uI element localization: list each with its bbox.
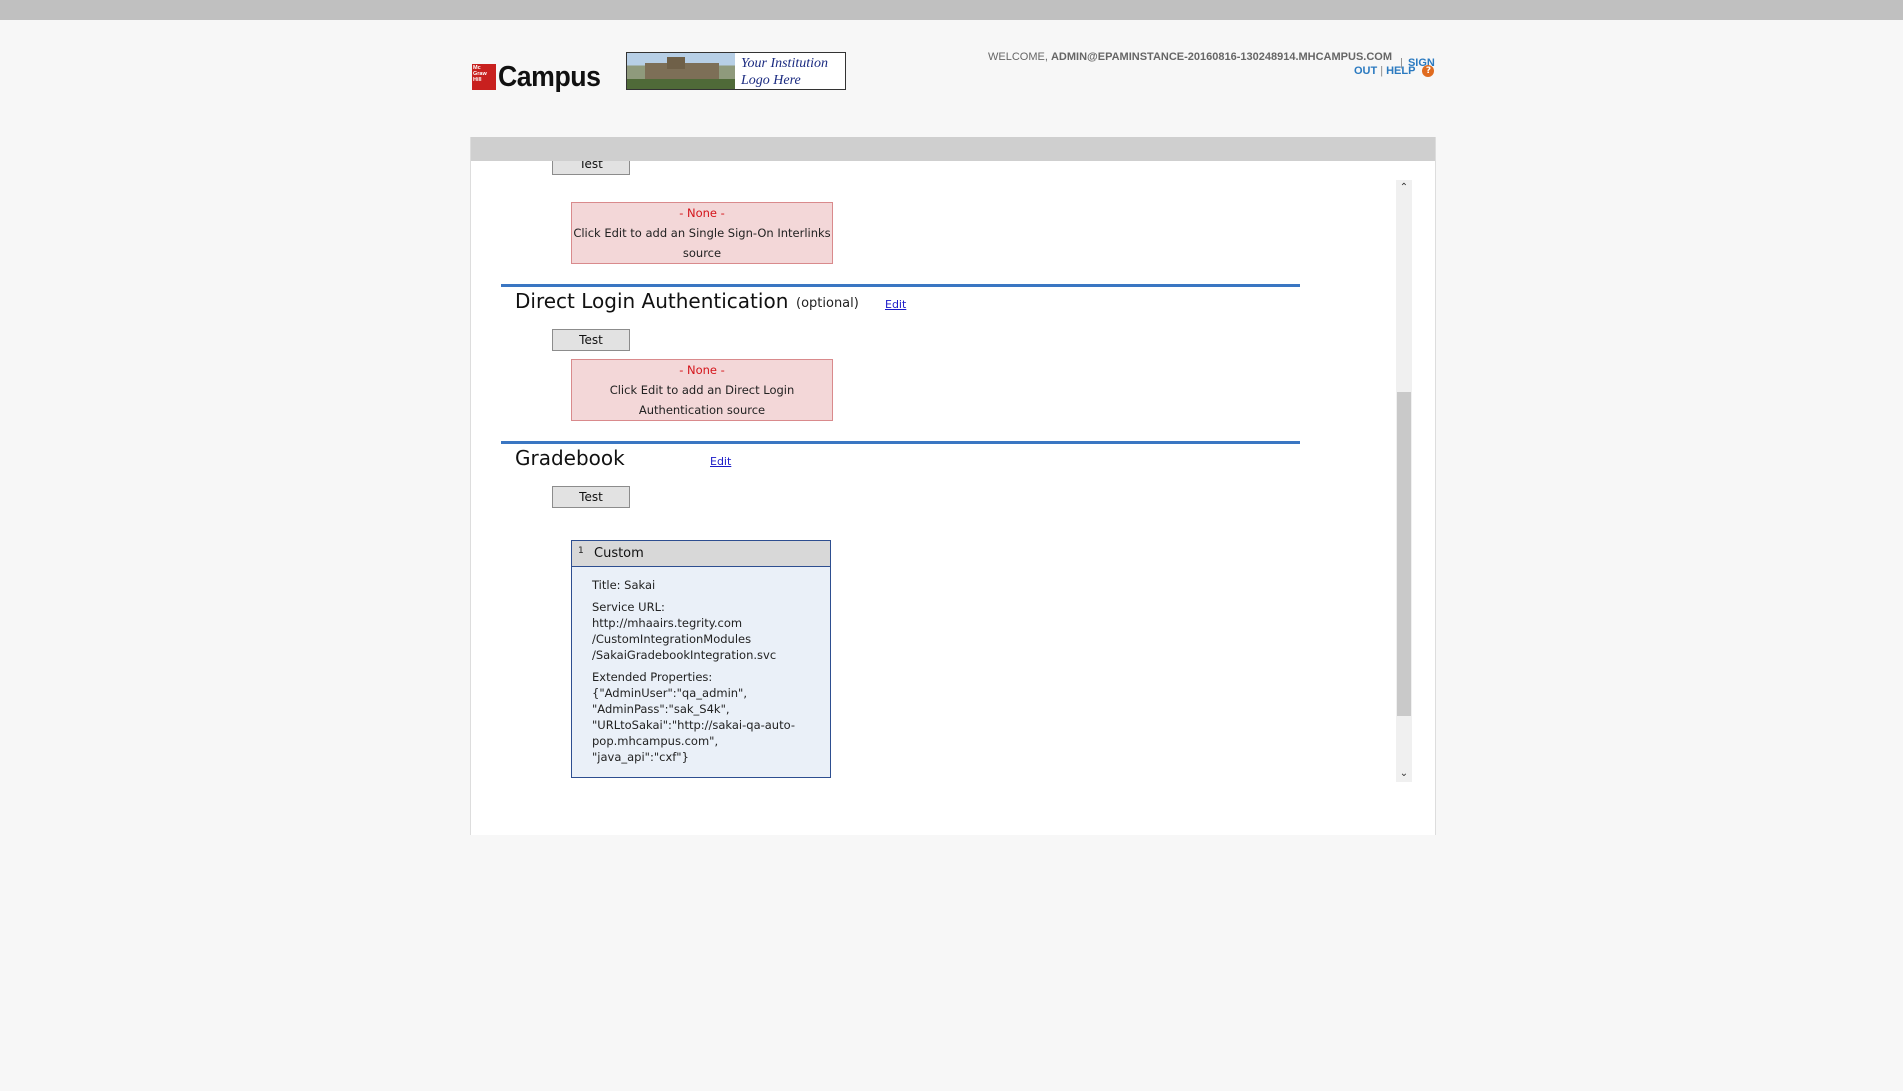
scroll-down-icon[interactable]: ⌄	[1396, 766, 1412, 782]
service-url-block: Service URL: http://mhaairs.tegrity.com …	[592, 599, 830, 663]
main-panel: Test - None - Click Edit to add an Singl…	[470, 137, 1436, 835]
welcome-message: WELCOME, ADMIN@EPAMINSTANCE-20160816-130…	[988, 51, 1392, 63]
help-link[interactable]: HELP	[1386, 65, 1415, 77]
gradebook-edit-link[interactable]: Edit	[710, 455, 731, 468]
custom-card-header: 1 Custom	[572, 541, 830, 567]
gradebook-title: Gradebook	[515, 446, 625, 470]
extended-line: {"AdminUser":"qa_admin",	[592, 686, 747, 700]
extended-line: "AdminPass":"sak_S4k",	[592, 702, 730, 716]
user-email: ADMIN@EPAMINSTANCE-20160816-130248914.MH…	[1050, 51, 1392, 63]
gradebook-test-button[interactable]: Test	[552, 486, 630, 508]
panel-header-bar	[471, 137, 1435, 161]
service-url-line: http://mhaairs.tegrity.com	[592, 616, 743, 630]
none-label: - None -	[679, 206, 725, 220]
optional-label: (optional)	[796, 296, 859, 311]
direct-login-title: Direct Login Authentication	[515, 289, 789, 313]
section-divider	[501, 441, 1300, 444]
content-scroll-area[interactable]: Test - None - Click Edit to add an Singl…	[471, 161, 1403, 797]
direct-login-edit-link[interactable]: Edit	[885, 298, 906, 311]
sso-empty-message: Click Edit to add an Single Sign-On Inte…	[573, 226, 831, 260]
sso-test-button[interactable]: Test	[552, 161, 630, 175]
extended-line: pop.mhcampus.com",	[592, 734, 719, 748]
scrollbar-thumb[interactable]	[1397, 392, 1411, 716]
direct-login-test-button[interactable]: Test	[552, 329, 630, 351]
custom-card-body: Title: Sakai Service URL: http://mhaairs…	[572, 567, 830, 765]
help-icon[interactable]: ?	[1422, 65, 1435, 77]
campus-wordmark: Campus	[498, 60, 601, 93]
entry-type: Custom	[594, 546, 644, 561]
direct-login-empty-box: - None - Click Edit to add an Direct Log…	[571, 359, 833, 421]
extended-properties-block: Extended Properties: {"AdminUser":"qa_ad…	[592, 669, 830, 765]
browser-top-bar	[0, 0, 1903, 20]
direct-login-empty-message: Click Edit to add an Direct Login Authen…	[609, 383, 795, 417]
extended-line: "URLtoSakai":"http://sakai-qa-auto-	[592, 718, 796, 732]
scroll-up-icon[interactable]: ⌃	[1396, 180, 1412, 196]
none-label: - None -	[679, 363, 725, 377]
section-divider	[501, 284, 1300, 287]
out-link[interactable]: OUT	[1354, 65, 1377, 77]
service-url-line: /CustomIntegrationModules	[592, 632, 752, 646]
out-help-links: OUT | HELP ?	[1354, 65, 1435, 77]
mcgraw-hill-badge: Mc Graw Hill	[472, 64, 496, 90]
sso-empty-box: - None - Click Edit to add an Single Sig…	[571, 202, 833, 264]
gradebook-custom-card: 1 Custom Title: Sakai Service URL: http:…	[571, 540, 831, 778]
welcome-label: WELCOME,	[988, 51, 1048, 63]
separator: |	[1380, 65, 1384, 77]
institution-logo-text: Your Institution Logo Here	[741, 56, 829, 88]
extended-line: "java_api":"cxf"}	[592, 750, 689, 764]
service-url-line: /SakaiGradebookIntegration.svc	[592, 648, 777, 662]
vertical-scrollbar[interactable]: ⌃ ⌄	[1396, 180, 1412, 782]
entry-number: 1	[578, 546, 584, 556]
institution-building-image	[627, 53, 735, 89]
extended-properties-label: Extended Properties:	[592, 670, 713, 684]
institution-logo: Your Institution Logo Here	[626, 52, 846, 90]
service-url-label: Service URL:	[592, 600, 665, 614]
entry-title: Title: Sakai	[592, 578, 656, 592]
mhcampus-logo[interactable]: Mc Graw Hill Campus	[472, 60, 609, 93]
